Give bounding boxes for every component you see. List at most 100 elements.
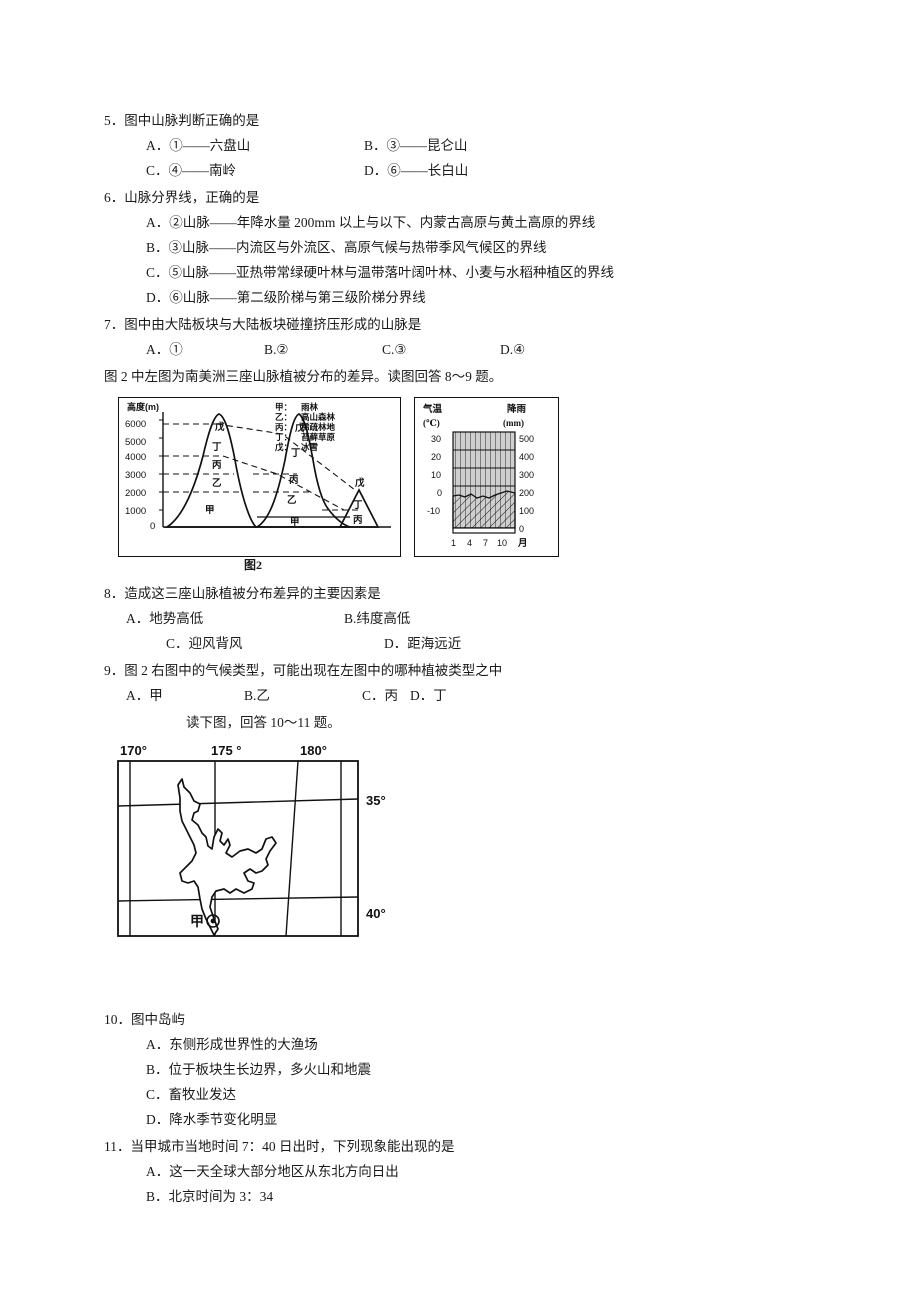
option-text: 位于板块生长边界，多火山和地震 xyxy=(168,1062,372,1077)
question-9-text: 图 2 右图中的气候类型，可能出现在左图中的哪种植被类型之中 xyxy=(124,663,503,678)
temp-tick-neg10: -10 xyxy=(427,506,440,516)
question-5-option-b[interactable]: B．③——昆仑山 xyxy=(364,133,468,158)
lon-label-180: 180° xyxy=(300,743,327,758)
legend-bing-key: 丙： xyxy=(275,422,292,432)
question-5-number: 5． xyxy=(104,113,125,128)
question-5-text: 图中山脉判断正确的是 xyxy=(124,113,260,128)
question-9-option-a[interactable]: A．甲 xyxy=(126,683,244,708)
question-10-stem: 10．图中岛屿 xyxy=(104,1007,804,1032)
option-text: 畜牧业发达 xyxy=(168,1087,237,1102)
question-11-option-b[interactable]: B．北京时间为 3：34 xyxy=(104,1184,804,1209)
exam-page: 5．图中山脉判断正确的是 A．①——六盘山 B．③——昆仑山 C．④——南岭 D… xyxy=(0,0,920,1302)
question-8-options-row-1: A．地势高低 B.纬度高低 xyxy=(104,606,804,631)
y-axis-title: 高度(m) xyxy=(127,401,159,412)
question-7: 7．图中由大陆板块与大陆板块碰撞挤压形成的山脉是 A．① B.② C.③ D.④ xyxy=(104,312,804,362)
lon-label-170: 170° xyxy=(120,743,147,758)
option-label: C. xyxy=(382,342,395,357)
option-label: C． xyxy=(146,1087,169,1102)
month-tick-10: 10 xyxy=(497,538,507,548)
figure2-right-panel: 气温 (℃) 降雨 (mm) 30 20 10 0 -10 500 400 30… xyxy=(414,397,559,557)
temp-area xyxy=(452,490,516,529)
question-7-option-b[interactable]: B.② xyxy=(264,337,382,362)
month-tick-7: 7 xyxy=(483,538,488,548)
question-8-option-b[interactable]: B.纬度高低 xyxy=(344,606,410,631)
option-text: 降水季节变化明显 xyxy=(169,1112,278,1127)
question-5-option-c[interactable]: C．④——南岭 xyxy=(146,158,364,183)
y-tick-0: 0 xyxy=(150,521,155,532)
precip-tick-400: 400 xyxy=(519,452,534,462)
question-6-stem: 6．山脉分界线，正确的是 xyxy=(104,185,804,210)
question-10-option-b[interactable]: B．位于板块生长边界，多火山和地震 xyxy=(104,1057,804,1082)
y-tick-3000: 3000 xyxy=(125,470,146,481)
option-text: ① xyxy=(169,342,183,357)
question-8-text: 造成这三座山脉植被分布差异的主要因素是 xyxy=(124,586,381,601)
climograph-chart: 气温 (℃) 降雨 (mm) 30 20 10 0 -10 500 400 30… xyxy=(422,403,534,549)
precip-axis-unit: (mm) xyxy=(503,418,524,428)
question-6-option-a[interactable]: A．②山脉——年降水量 200mm 以上与以下、内蒙古高原与黄土高原的界线 xyxy=(104,210,804,235)
question-5-option-a[interactable]: A．①——六盘山 xyxy=(146,133,364,158)
lon-label-175: 175 ° xyxy=(211,743,242,758)
question-9-option-d[interactable]: D．丁 xyxy=(410,683,447,708)
question-7-option-a[interactable]: A．① xyxy=(146,337,264,362)
question-7-stem: 7．图中由大陆板块与大陆板块碰撞挤压形成的山脉是 xyxy=(104,312,804,337)
month-tick-4: 4 xyxy=(467,538,472,548)
month-unit-label: 月 xyxy=(517,538,528,549)
question-7-option-c[interactable]: C.③ xyxy=(382,337,500,362)
question-9-option-b[interactable]: B.乙 xyxy=(244,683,362,708)
m2-zone-yi: 乙 xyxy=(287,495,297,506)
question-6-option-d[interactable]: D．⑥山脉——第二级阶梯与第三级阶梯分界线 xyxy=(104,285,804,310)
legend-bing-val: 稀疏林地 xyxy=(301,422,336,432)
question-6-option-c[interactable]: C．⑤山脉——亚热带常绿硬叶林与温带落叶阔叶林、小麦与水稻种植区的界线 xyxy=(104,260,804,285)
question-10-option-a[interactable]: A．东侧形成世界性的大渔场 xyxy=(104,1032,804,1057)
option-label: C． xyxy=(146,265,169,280)
option-text: 丁 xyxy=(433,688,447,703)
question-10-option-c[interactable]: C．畜牧业发达 xyxy=(104,1082,804,1107)
option-label: B． xyxy=(364,138,387,153)
option-label: B． xyxy=(146,240,169,255)
figure-2: 高度(m) 6000 5000 4000 3000 2000 1000 0 戊 … xyxy=(118,397,564,575)
y-tick-1000: 1000 xyxy=(125,506,146,517)
option-label: D． xyxy=(146,1112,170,1127)
question-11: 11．当甲城市当地时间 7：40 日出时，下列现象能出现的是 A．这一天全球大部… xyxy=(104,1134,804,1209)
question-7-options-row: A．① B.② C.③ D.④ xyxy=(104,337,804,362)
question-11-option-a[interactable]: A．这一天全球大部分地区从东北方向日出 xyxy=(104,1159,804,1184)
option-label: A． xyxy=(126,688,150,703)
question-8-option-a[interactable]: A．地势高低 xyxy=(126,606,344,631)
option-text: ⑤山脉——亚热带常绿硬叶林与温带落叶阔叶林、小麦与水稻种植区的界线 xyxy=(168,265,615,280)
option-text: ⑥山脉——第二级阶梯与第三级阶梯分界线 xyxy=(169,290,426,305)
m1-zone-bing: 丙 xyxy=(212,460,222,471)
option-label: C． xyxy=(146,163,169,178)
question-6-option-b[interactable]: B．③山脉——内流区与外流区、高原气候与热带季风气候区的界线 xyxy=(104,235,804,260)
question-8-number: 8． xyxy=(104,586,125,601)
precip-tick-300: 300 xyxy=(519,470,534,480)
question-5-stem: 5．图中山脉判断正确的是 xyxy=(104,108,804,133)
question-10-option-d[interactable]: D．降水季节变化明显 xyxy=(104,1107,804,1132)
figure-new-zealand-map: 170° 175 ° 180° 35° 40° 甲 xyxy=(114,741,454,1003)
lat-label-35: 35° xyxy=(366,793,386,808)
vegetation-profile-chart: 高度(m) 6000 5000 4000 3000 2000 1000 0 戊 … xyxy=(125,401,391,532)
question-7-option-d[interactable]: D.④ xyxy=(500,337,525,362)
question-9-option-c[interactable]: C．丙 xyxy=(362,683,410,708)
y-tick-6000: 6000 xyxy=(125,419,146,430)
vegetation-legend: 甲： 雨林 乙： 高山森林 丙： 稀疏林地 丁： 苔藓草原 戊： 冰雪 xyxy=(274,402,336,452)
option-label: B. xyxy=(264,342,277,357)
option-text: 距海远近 xyxy=(407,636,462,651)
option-label: B． xyxy=(146,1062,169,1077)
precip-tick-100: 100 xyxy=(519,506,534,516)
question-8-option-c[interactable]: C．迎风背风 xyxy=(166,631,384,656)
precip-tick-200: 200 xyxy=(519,488,534,498)
question-5: 5．图中山脉判断正确的是 A．①——六盘山 B．③——昆仑山 C．④——南岭 D… xyxy=(104,108,804,183)
figure2-caption: 图2 xyxy=(244,558,263,572)
option-text: 这一天全球大部分地区从东北方向日出 xyxy=(169,1164,399,1179)
map-frame xyxy=(117,760,359,937)
option-label: D． xyxy=(146,290,170,305)
option-text: ④——南岭 xyxy=(168,163,237,178)
temp-tick-10: 10 xyxy=(431,470,441,480)
question-5-option-d[interactable]: D．⑥——长白山 xyxy=(364,158,468,183)
m2-zone-jia: 甲 xyxy=(290,517,300,528)
precip-axis-title: 降雨 xyxy=(507,403,527,415)
m1-zone-yi: 乙 xyxy=(212,478,222,489)
figure2-intro-text: 图 2 中左图为南美洲三座山脉植被分布的差异。读图回答 8～9 题。 xyxy=(104,369,503,384)
option-label: D． xyxy=(410,688,434,703)
question-8-option-d[interactable]: D．距海远近 xyxy=(384,631,461,656)
